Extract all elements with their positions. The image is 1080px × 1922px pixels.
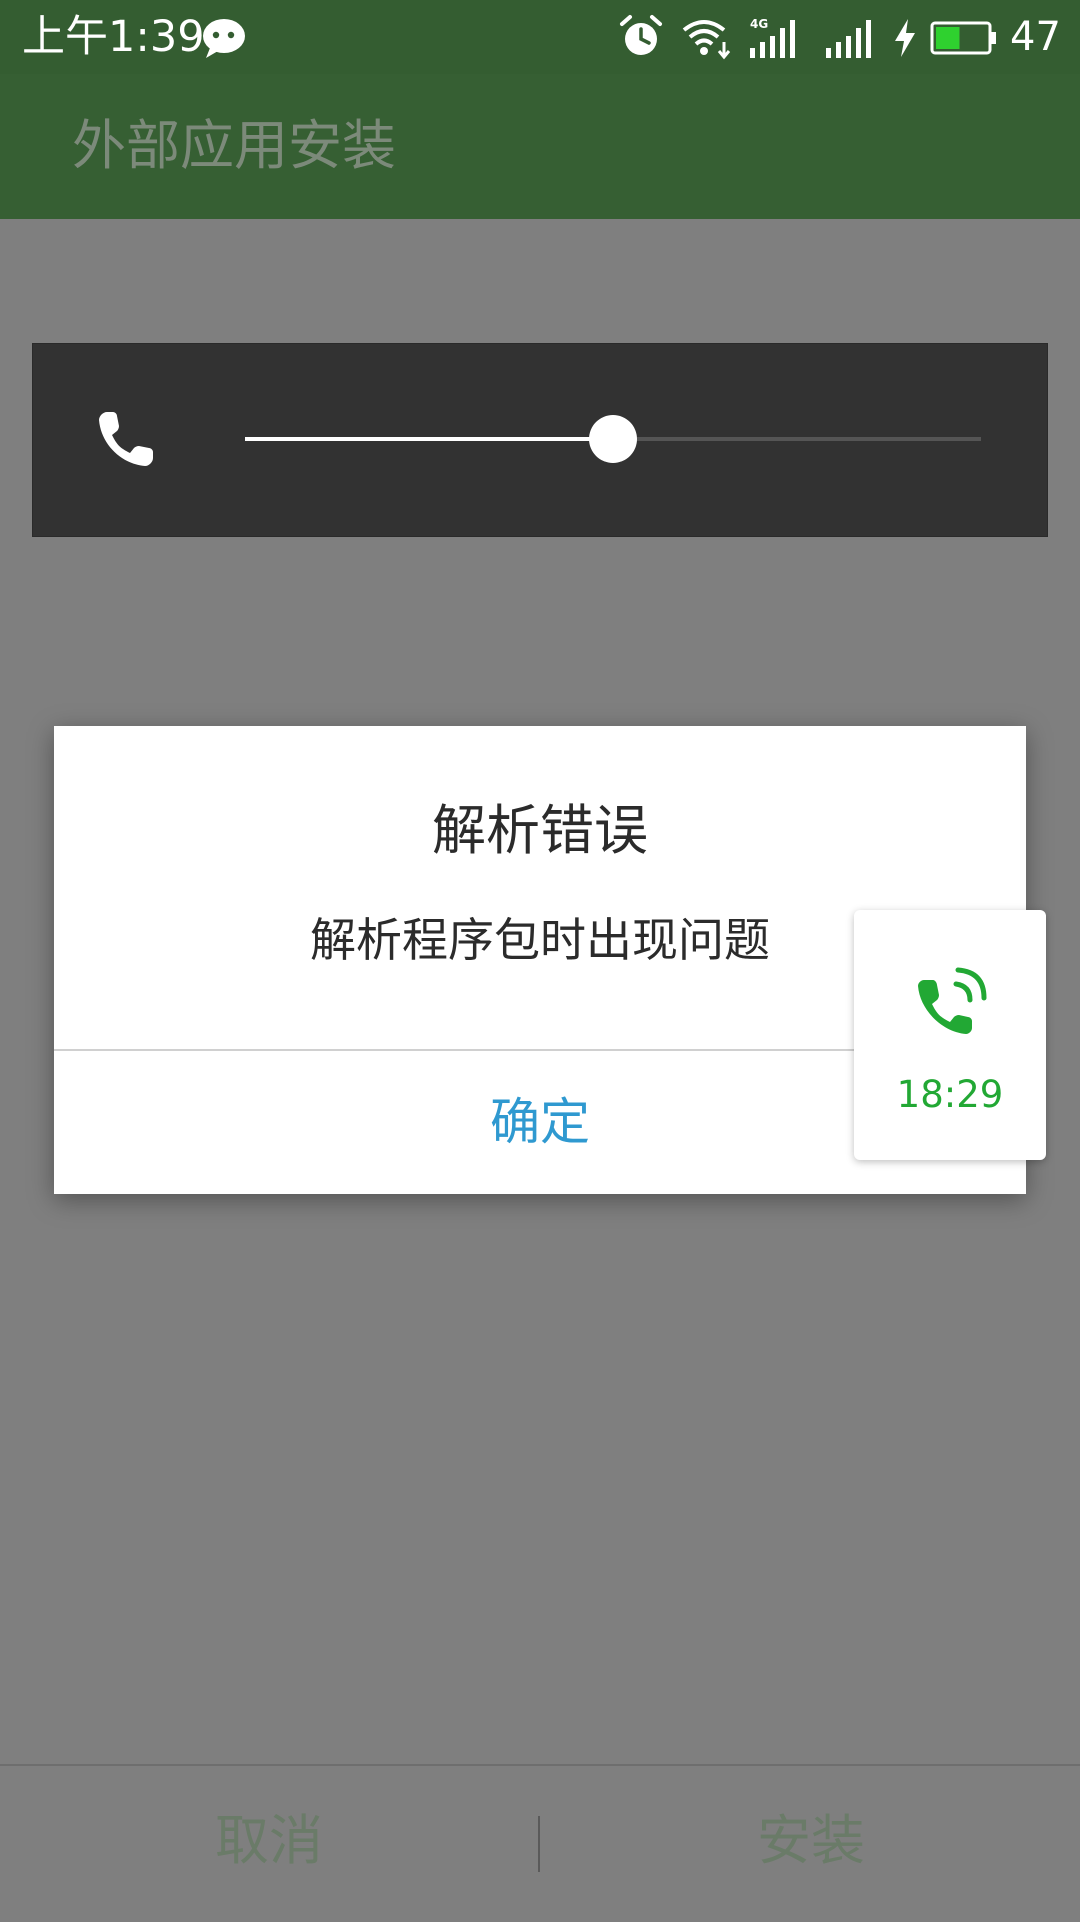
install-button[interactable]: 安装 — [542, 1766, 1080, 1922]
alarm-icon — [620, 15, 662, 55]
signal-icon — [826, 20, 871, 58]
bottom-bar-divider — [538, 1816, 540, 1872]
svg-text:4G: 4G — [750, 17, 768, 31]
charging-bolt-icon — [895, 19, 915, 57]
volume-slider[interactable] — [245, 415, 981, 463]
cancel-button[interactable]: 取消 — [0, 1766, 538, 1922]
wifi-icon — [682, 20, 731, 60]
dialog-title: 解析错误 — [432, 799, 648, 862]
phone-icon — [99, 412, 153, 466]
page-title: 外部应用安装 — [72, 114, 396, 177]
volume-slider-fill — [245, 437, 613, 441]
signal-4g-icon: 4G — [750, 17, 795, 58]
status-time: 上午1:39 — [22, 12, 205, 62]
call-duration: 18:29 — [896, 1073, 1004, 1116]
phone-call-icon — [918, 967, 987, 1034]
ongoing-call-card[interactable]: 18:29 — [854, 910, 1046, 1160]
chat-bubble-icon — [203, 19, 245, 58]
volume-slider-thumb[interactable] — [589, 415, 637, 463]
battery-percent: 47 — [1010, 14, 1061, 60]
app-bar: 外部应用安装 — [0, 74, 1080, 219]
bottom-action-bar: 取消 安装 — [0, 1764, 1080, 1922]
volume-panel — [32, 343, 1048, 537]
status-bar: 上午1:39 4G 47 — [0, 0, 1080, 74]
battery-icon — [930, 21, 996, 55]
